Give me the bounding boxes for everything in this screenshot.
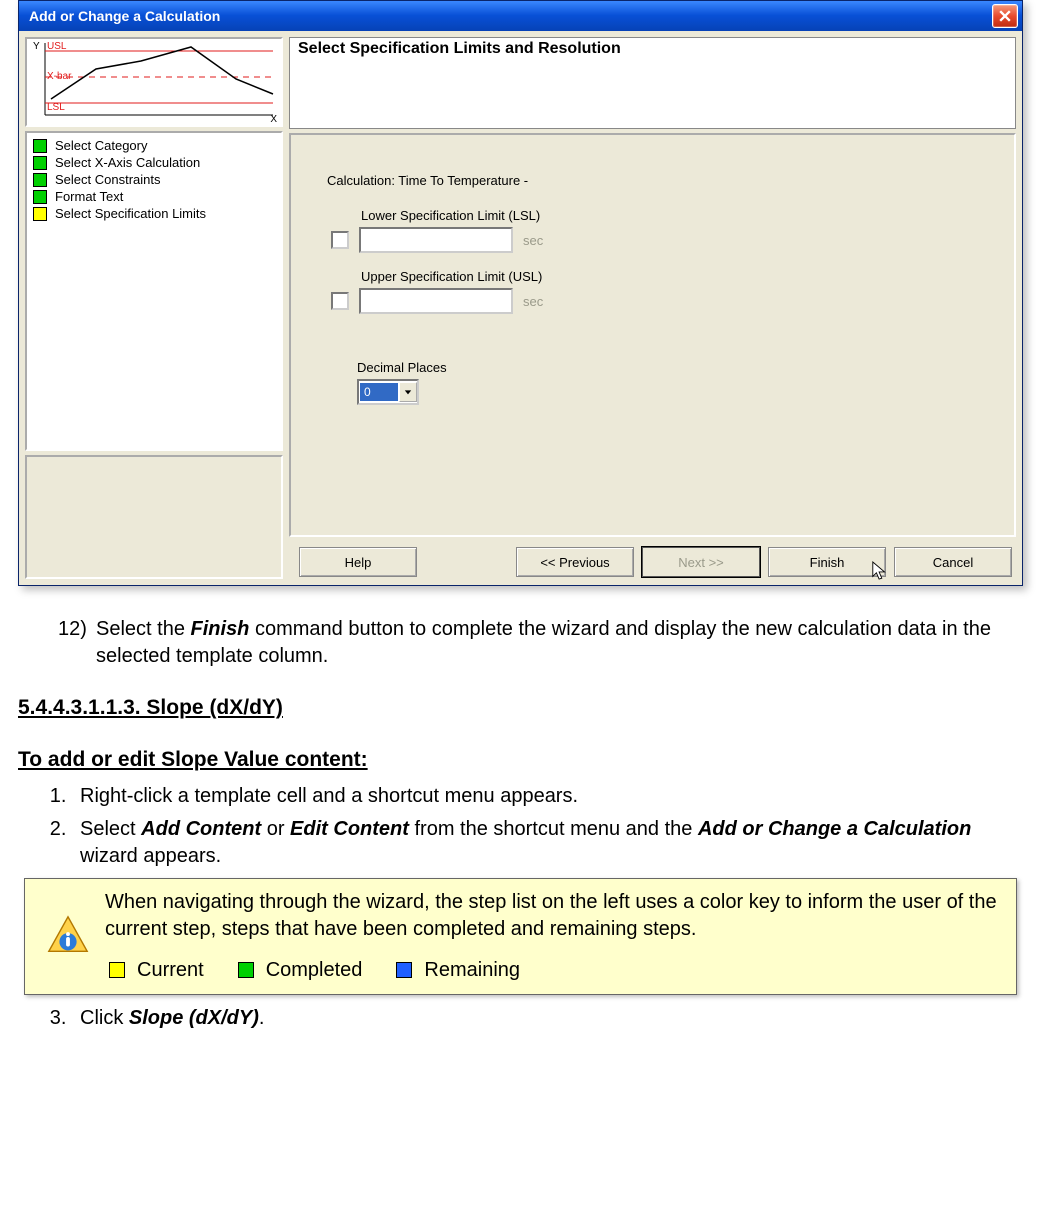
step-item[interactable]: Select Constraints	[33, 171, 275, 188]
text-fragment: .	[259, 1007, 265, 1029]
button-label: Finish	[810, 555, 845, 570]
titlebar: Add or Change a Calculation	[18, 0, 1023, 31]
legend-label: Completed	[266, 957, 363, 984]
text-emphasis: Add Content	[141, 818, 261, 840]
cursor-icon	[871, 560, 889, 582]
legend-label: Current	[137, 957, 204, 984]
step-header-title: Select Specification Limits and Resoluti…	[298, 40, 1007, 58]
text-fragment: Select the	[96, 618, 191, 640]
step-color-icon	[33, 139, 47, 153]
step-color-icon	[33, 190, 47, 204]
text-fragment: Right-click a template cell and a shortc…	[80, 785, 578, 807]
legend-current: Current	[109, 957, 204, 984]
step-color-icon	[33, 156, 47, 170]
step-item[interactable]: Select X-Axis Calculation	[33, 154, 275, 171]
color-key-legend: Current Completed Remaining	[105, 957, 1004, 984]
wizard-step-list: Select Category Select X-Axis Calculatio…	[25, 131, 283, 451]
text-emphasis: Slope (dX/dY)	[129, 1007, 259, 1029]
lsl-unit: sec	[523, 233, 543, 248]
step-color-icon	[33, 173, 47, 187]
legend-swatch-icon	[396, 962, 412, 978]
info-warning-icon	[45, 913, 91, 959]
spec-limit-graphic: Y USL X-bar LSL X	[25, 37, 283, 127]
wizard-form-area: Calculation: Time To Temperature - Lower…	[289, 133, 1016, 537]
button-label: Cancel	[933, 555, 973, 570]
step-color-icon	[33, 207, 47, 221]
legend-label: Remaining	[424, 957, 520, 984]
preview-panel	[25, 455, 283, 579]
legend-swatch-icon	[109, 962, 125, 978]
wizard-dialog: Add or Change a Calculation Y USL X-bar …	[18, 0, 1023, 586]
wizard-button-row: Help << Previous Next >> Finish Cancel	[289, 541, 1016, 579]
previous-button[interactable]: << Previous	[516, 547, 634, 577]
step-label: Select Specification Limits	[55, 206, 206, 221]
button-label: Help	[345, 555, 372, 570]
text-emphasis: Finish	[191, 618, 250, 640]
step-label: Select X-Axis Calculation	[55, 155, 200, 170]
step-label: Select Category	[55, 138, 148, 153]
next-button: Next >>	[642, 547, 760, 577]
dropdown-arrow-icon	[399, 382, 417, 402]
lsl-field-label: Lower Specification Limit (LSL)	[331, 208, 996, 223]
note-text: When navigating through the wizard, the …	[105, 889, 1004, 943]
close-button[interactable]	[992, 4, 1018, 28]
text-fragment: Click	[80, 1007, 129, 1029]
help-button[interactable]: Help	[299, 547, 417, 577]
window-title: Add or Change a Calculation	[29, 8, 220, 24]
instruction-step-12: 12) Select the Finish command button to …	[18, 616, 1023, 670]
usl-input[interactable]	[359, 288, 513, 314]
calculation-label: Calculation: Time To Temperature -	[327, 173, 996, 188]
subsection-heading: To add or edit Slope Value content:	[18, 746, 1023, 774]
step-item[interactable]: Select Category	[33, 137, 275, 154]
lsl-checkbox[interactable]	[331, 231, 349, 249]
text-emphasis: Add or Change a Calculation	[698, 818, 971, 840]
usl-unit: sec	[523, 294, 543, 309]
step-number: 12)	[58, 616, 92, 670]
decimal-places-label: Decimal Places	[357, 360, 996, 375]
text-fragment: or	[261, 818, 290, 840]
legend-completed: Completed	[238, 957, 363, 984]
text-fragment: Select	[80, 818, 141, 840]
text-emphasis: Edit Content	[290, 818, 409, 840]
decimal-places-combobox[interactable]: 0	[357, 379, 419, 405]
step-item[interactable]: Format Text	[33, 188, 275, 205]
legend-swatch-icon	[238, 962, 254, 978]
step-label: Format Text	[55, 189, 123, 204]
button-label: Next >>	[678, 555, 724, 570]
usl-field-label: Upper Specification Limit (USL)	[331, 269, 996, 284]
plot-lines-icon	[41, 39, 281, 123]
info-note: When navigating through the wizard, the …	[24, 878, 1017, 995]
text-fragment: from the shortcut menu and the	[409, 818, 698, 840]
decimal-places-value: 0	[360, 383, 398, 401]
lsl-input[interactable]	[359, 227, 513, 253]
finish-button[interactable]: Finish	[768, 547, 886, 577]
usl-checkbox[interactable]	[331, 292, 349, 310]
section-heading: 5.4.4.3.1.1.3. Slope (dX/dY)	[18, 694, 1023, 722]
instruction-step-2: Select Add Content or Edit Content from …	[72, 816, 1023, 870]
close-icon	[999, 10, 1011, 22]
legend-remaining: Remaining	[396, 957, 520, 984]
text-fragment: wizard appears.	[80, 845, 221, 867]
cancel-button[interactable]: Cancel	[894, 547, 1012, 577]
y-axis-label: Y	[33, 41, 40, 52]
step-header-panel: Select Specification Limits and Resoluti…	[289, 37, 1016, 129]
instruction-step-3: Click Slope (dX/dY).	[72, 1005, 1023, 1032]
step-item[interactable]: Select Specification Limits	[33, 205, 275, 222]
instruction-step-1: Right-click a template cell and a shortc…	[72, 783, 1023, 810]
step-label: Select Constraints	[55, 172, 161, 187]
button-label: << Previous	[540, 555, 609, 570]
